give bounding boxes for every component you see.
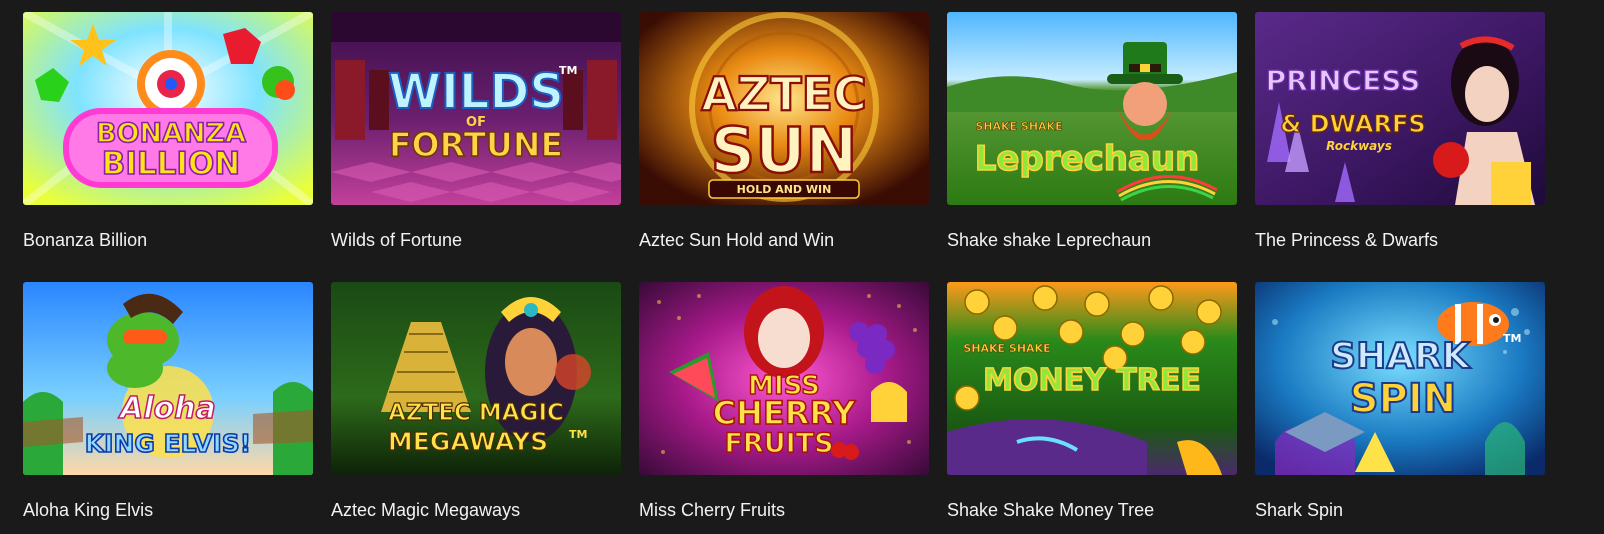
game-thumbnail[interactable]: SHAKE SHAKE Leprechaun — [947, 12, 1237, 205]
game-card-shake-shake-money-tree[interactable]: SHAKE SHAKE MONEY TREE Shake Shake Money… — [947, 282, 1237, 520]
game-thumbnail[interactable]: WILDS TM OF FORTUNE — [331, 12, 621, 205]
game-card-aztec-sun[interactable]: AZTEC SUN HOLD AND WIN Aztec Sun Hold an… — [639, 12, 929, 250]
game-card-aztec-magic-megaways[interactable]: AZTEC MAGIC MEGAWAYS TM Aztec Magic Mega… — [331, 282, 621, 520]
game-card-aloha-king-elvis[interactable]: Aloha KING ELVIS! Aloha King Elvis — [23, 282, 313, 520]
game-thumbnail[interactable]: SHARK TM SPIN — [1255, 282, 1545, 475]
game-card-miss-cherry-fruits[interactable]: MISS CHERRY FRUITS Miss Cherry Fruits — [639, 282, 929, 520]
game-thumbnail[interactable]: Aloha KING ELVIS! — [23, 282, 313, 475]
trademark-mark: TM — [569, 428, 587, 441]
game-title[interactable]: Shake shake Leprechaun — [947, 229, 1151, 251]
logo-line-2: & DWARFS — [1280, 110, 1425, 138]
game-card-princess-dwarfs[interactable]: PRINCESS & DWARFS Rockways The Princess … — [1255, 12, 1545, 250]
game-card-shake-shake-leprechaun[interactable]: SHAKE SHAKE Leprechaun Shake shake Lepre… — [947, 12, 1237, 250]
game-title[interactable]: The Princess & Dwarfs — [1255, 229, 1438, 251]
game-title[interactable]: Miss Cherry Fruits — [639, 499, 785, 521]
game-grid: BONANZA BILLION Bonanza Billion WILDS TM… — [0, 0, 1604, 534]
game-thumbnail[interactable]: AZTEC MAGIC MEGAWAYS TM — [331, 282, 621, 475]
logo-line-2: CHERRY — [713, 394, 857, 432]
logo-small-text: SHAKE SHAKE — [975, 120, 1062, 133]
logo-line-1: AZTEC MAGIC — [388, 400, 564, 426]
logo-line-1: WILDS — [388, 64, 564, 120]
logo-line-1: MONEY TREE — [983, 363, 1201, 398]
logo-line-2: SUN — [711, 114, 858, 187]
game-thumbnail[interactable]: MISS CHERRY FRUITS — [639, 282, 929, 475]
game-title[interactable]: Shake Shake Money Tree — [947, 499, 1154, 521]
game-thumbnail[interactable]: PRINCESS & DWARFS Rockways — [1255, 12, 1545, 205]
logo-line-3: FRUITS — [724, 428, 833, 459]
logo-line-3: FORTUNE — [389, 125, 563, 164]
game-title[interactable]: Aloha King Elvis — [23, 499, 153, 521]
trademark-mark: TM — [1503, 332, 1521, 345]
logo-line-1: Aloha — [118, 391, 216, 426]
logo-line-2: MEGAWAYS — [388, 427, 548, 456]
game-card-wilds-of-fortune[interactable]: WILDS TM OF FORTUNE Wilds of Fortune — [331, 12, 621, 250]
game-title[interactable]: Shark Spin — [1255, 499, 1343, 521]
game-thumbnail[interactable]: SHAKE SHAKE MONEY TREE — [947, 282, 1237, 475]
game-thumbnail[interactable]: BONANZA BILLION — [23, 12, 313, 205]
game-card-bonanza-billion[interactable]: BONANZA BILLION Bonanza Billion — [23, 12, 313, 250]
logo-line-2: KING ELVIS! — [85, 429, 251, 458]
logo-subtitle: HOLD AND WIN — [737, 183, 832, 196]
game-title[interactable]: Wilds of Fortune — [331, 229, 462, 251]
logo-subtitle: Rockways — [1326, 139, 1392, 153]
game-title[interactable]: Bonanza Billion — [23, 229, 147, 251]
logo-line-2: SPIN — [1350, 376, 1456, 422]
logo-line-1: PRINCESS — [1266, 64, 1421, 97]
game-card-shark-spin[interactable]: SHARK TM SPIN Shark Spin — [1255, 282, 1545, 520]
trademark-mark: TM — [559, 64, 577, 77]
logo-line-1: AZTEC — [701, 67, 867, 121]
logo-small-text: SHAKE SHAKE — [963, 342, 1050, 355]
logo-line-1: Leprechaun — [975, 139, 1200, 179]
logo-line-2: BILLION — [102, 146, 241, 182]
logo-line-1: BONANZA — [96, 118, 246, 149]
logo-line-1: SHARK — [1330, 336, 1471, 377]
game-thumbnail[interactable]: AZTEC SUN HOLD AND WIN — [639, 12, 929, 205]
game-title[interactable]: Aztec Magic Megaways — [331, 499, 520, 521]
game-title[interactable]: Aztec Sun Hold and Win — [639, 229, 834, 251]
